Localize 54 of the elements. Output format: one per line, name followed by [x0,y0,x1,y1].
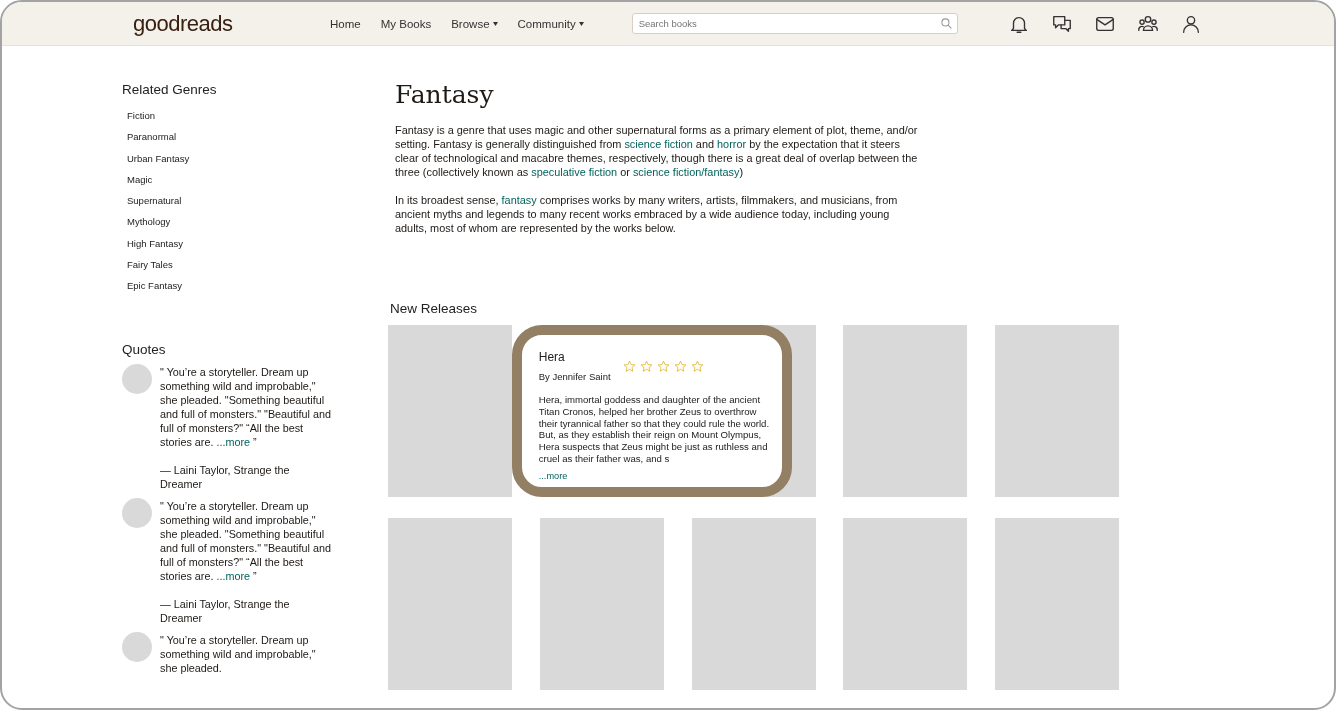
genre-link[interactable]: Magic [127,169,153,191]
avatar [122,631,152,662]
nav-link[interactable]: Home [330,13,361,34]
avatar [122,363,152,394]
genre-link[interactable]: science fiction/fantasy [632,166,740,178]
book-cover[interactable] [843,325,968,497]
star-icon[interactable] [656,360,670,373]
search-field[interactable]: Search books [631,13,958,34]
book-author: By Jennifer Saint [538,370,611,384]
search-icon[interactable] [939,17,953,30]
section-heading: Quotes [122,341,167,357]
quote-text: " You’re a storyteller. Dream up something wild and improbable," she pleaded. [160,632,317,675]
nav-link[interactable]: Community [517,13,584,34]
section-heading: New Releases [390,301,479,316]
avatar [122,497,152,528]
star-icon[interactable] [639,360,653,373]
genre-link[interactable]: High Fantasy [127,233,183,255]
book-title: Hera [538,350,566,364]
star-icon[interactable] [673,360,687,373]
more-link[interactable]: ...more [538,470,568,481]
book-cover[interactable] [995,325,1119,497]
genre-link[interactable]: Mythology [127,212,171,233]
book-cover[interactable] [388,518,512,690]
book-cover[interactable] [539,518,664,690]
quote-attribution: — Laini Taylor, Strange the Dreamer [160,462,291,491]
genre-description: In its broadest sense, fantasy comprises works by many writers, artists, filmmakers, and musicians, from ancient myths and legends to many recent works embraced by a wide audience today, including young adults, most of whom are represented by the works below. [395,193,899,235]
nav-link[interactable]: My Books [380,13,432,34]
quote-text: " You’re a storyteller. Dream up something wild and improbable," she pleaded. "Something beautiful and full of monsters." "Beautiful and full of monsters?" “All the best stories are. ...more ” [160,364,332,449]
quote-text: " You’re a storyteller. Dream up something wild and improbable," she pleaded. "Something beautiful and full of monsters." "Beautiful and full of monsters?" “All the best stories are. ...more ” [160,498,332,583]
genre-link[interactable]: Fairy Tales [127,255,173,276]
section-heading: Related Genres [122,82,218,97]
page-title: Fantasy [395,80,495,109]
more-link[interactable]: ...more [216,435,250,448]
book-description: Hera, immortal goddess and daughter of the ancient Titan Cronos, helped her brother Zeus to overthrow their tyrannical father so that they could rule the world. But, as they establish their reign on Mount Olympus, Hera suspects that Zeus might be just as ruthless and cruel as their father was, and s [538,394,771,465]
more-link[interactable]: ...more [216,569,250,582]
genre-link[interactable]: Epic Fantasy [127,276,182,297]
genre-link[interactable]: Urban Fantasy [127,148,190,169]
book-cover[interactable] [691,518,816,690]
genre-description: Fantasy is a genre that uses magic and other supernatural forms as a primary element of plot, theme, and/or setting. Fantasy is generally distinguished from science fiction and horror by the expectation that it steers clear of technological and macabre themes, respectively, though there is a great deal of overlap between the three (collectively known as speculative fiction or science fiction/fantasy) [395,123,919,179]
genre-link[interactable]: Paranormal [127,127,177,148]
book-cover[interactable] [995,518,1119,690]
genre-link[interactable]: fantasy [501,194,537,206]
genre-link[interactable]: science fiction [624,138,693,150]
star-icon[interactable] [690,360,704,373]
genre-link[interactable]: horror [717,138,747,150]
genre-link[interactable]: Fiction [127,106,155,127]
nav-link[interactable]: Browse [451,13,498,34]
genre-link[interactable]: speculative fiction [531,166,618,178]
genre-link[interactable]: Supernatural [127,191,182,212]
site-logo[interactable]: goodreads [133,10,303,37]
star-icon[interactable] [622,360,636,373]
book-cover[interactable] [843,518,968,690]
book-cover[interactable] [388,325,512,497]
quote-attribution: — Laini Taylor, Strange the Dreamer [160,596,291,625]
